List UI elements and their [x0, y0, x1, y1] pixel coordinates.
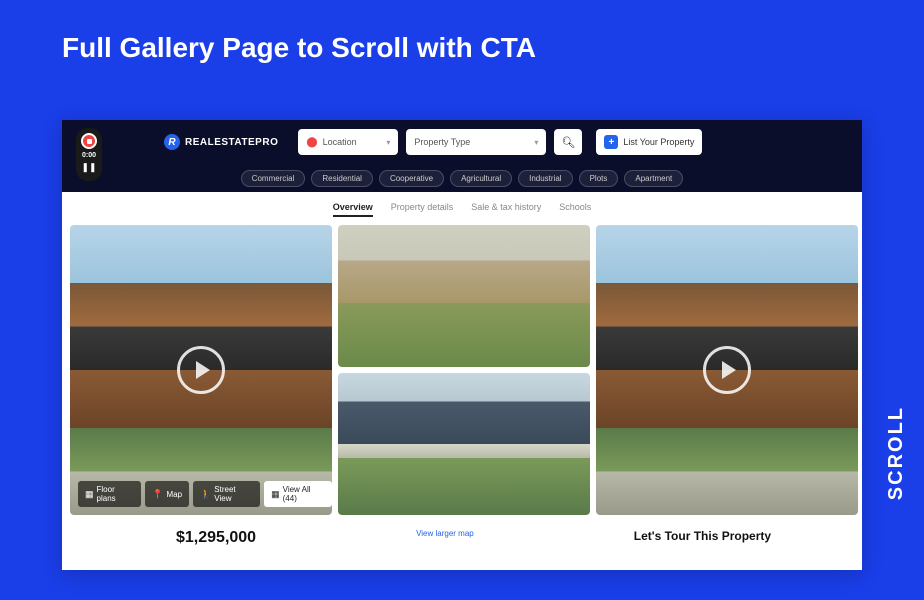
slide-title: Full Gallery Page to Scroll with CTA — [0, 0, 924, 64]
street-view-button[interactable]: 🚶Street View — [193, 481, 260, 507]
scroll-indicator: SCROLL — [885, 406, 908, 500]
recorder-time: 0:00 — [82, 152, 96, 159]
logo-badge: R — [164, 134, 180, 150]
category-pill[interactable]: Industrial — [518, 170, 572, 187]
gallery-toolbar: ▦Floor plans 📍Map 🚶Street View ▦View All… — [78, 481, 332, 507]
screen-recorder-widget[interactable]: 0:00 ❚❚ — [76, 128, 102, 181]
view-larger-map-link[interactable]: View larger map — [416, 529, 474, 547]
chevron-down-icon: ▾ — [386, 138, 390, 147]
person-icon: 🚶 — [200, 489, 211, 500]
tab-overview[interactable]: Overview — [333, 202, 373, 217]
play-icon[interactable] — [703, 346, 751, 394]
search-icon: 🔍︎ — [561, 136, 575, 149]
record-icon — [81, 133, 97, 149]
app-window: 0:00 ❚❚ R REALESTATEPRO ⬤ Location ▾ Pro… — [62, 120, 862, 570]
list-property-label: List Your Property — [623, 137, 694, 147]
location-select[interactable]: ⬤ Location ▾ — [298, 129, 398, 155]
pin-icon: ⬤ — [306, 137, 317, 148]
list-property-button[interactable]: + List Your Property — [596, 129, 702, 155]
pin-icon: 📍 — [152, 489, 163, 500]
below-gallery-row: $1,295,000 View larger map Let's Tour Th… — [62, 515, 862, 547]
view-all-button[interactable]: ▦View All (44) — [264, 481, 332, 507]
category-pill[interactable]: Plots — [579, 170, 619, 187]
gallery-middle-column — [338, 225, 590, 515]
location-placeholder: Location — [323, 137, 357, 147]
category-pill[interactable]: Residential — [311, 170, 373, 187]
category-pills: Commercial Residential Cooperative Agric… — [62, 164, 862, 192]
tab-schools[interactable]: Schools — [559, 202, 591, 217]
map-button[interactable]: 📍Map — [145, 481, 189, 507]
detail-tabs: Overview Property details Sale & tax his… — [62, 192, 862, 225]
photo-gallery: ▦Floor plans 📍Map 🚶Street View ▦View All… — [62, 225, 862, 515]
grid-icon: ▦ — [85, 489, 94, 500]
tab-sale-tax[interactable]: Sale & tax history — [471, 202, 541, 217]
gallery-thumb-cottage[interactable] — [338, 373, 590, 515]
grid-icon: ▦ — [271, 489, 280, 500]
gallery-main-image[interactable]: ▦Floor plans 📍Map 🚶Street View ▦View All… — [70, 225, 332, 515]
category-pill[interactable]: Agricultural — [450, 170, 512, 187]
plus-icon: + — [604, 135, 618, 149]
header-bar: R REALESTATEPRO ⬤ Location ▾ Property Ty… — [62, 120, 862, 164]
tour-heading: Let's Tour This Property — [634, 529, 771, 547]
gallery-thumb-mansion[interactable] — [338, 225, 590, 367]
gallery-right-image[interactable] — [596, 225, 858, 515]
property-type-select[interactable]: Property Type ▾ — [406, 129, 546, 155]
search-button[interactable]: 🔍︎ — [554, 129, 582, 155]
property-type-placeholder: Property Type — [414, 137, 470, 147]
pause-icon[interactable]: ❚❚ — [81, 162, 96, 173]
chevron-down-icon: ▾ — [534, 138, 538, 147]
category-pill[interactable]: Cooperative — [379, 170, 444, 187]
play-icon[interactable] — [177, 346, 225, 394]
logo-text: REALESTATEPRO — [185, 137, 278, 148]
tab-property-details[interactable]: Property details — [391, 202, 454, 217]
category-pill[interactable]: Commercial — [241, 170, 306, 187]
listing-price: $1,295,000 — [176, 529, 256, 547]
logo[interactable]: R REALESTATEPRO — [164, 134, 278, 150]
category-pill[interactable]: Apartment — [624, 170, 683, 187]
floor-plans-button[interactable]: ▦Floor plans — [78, 481, 141, 507]
